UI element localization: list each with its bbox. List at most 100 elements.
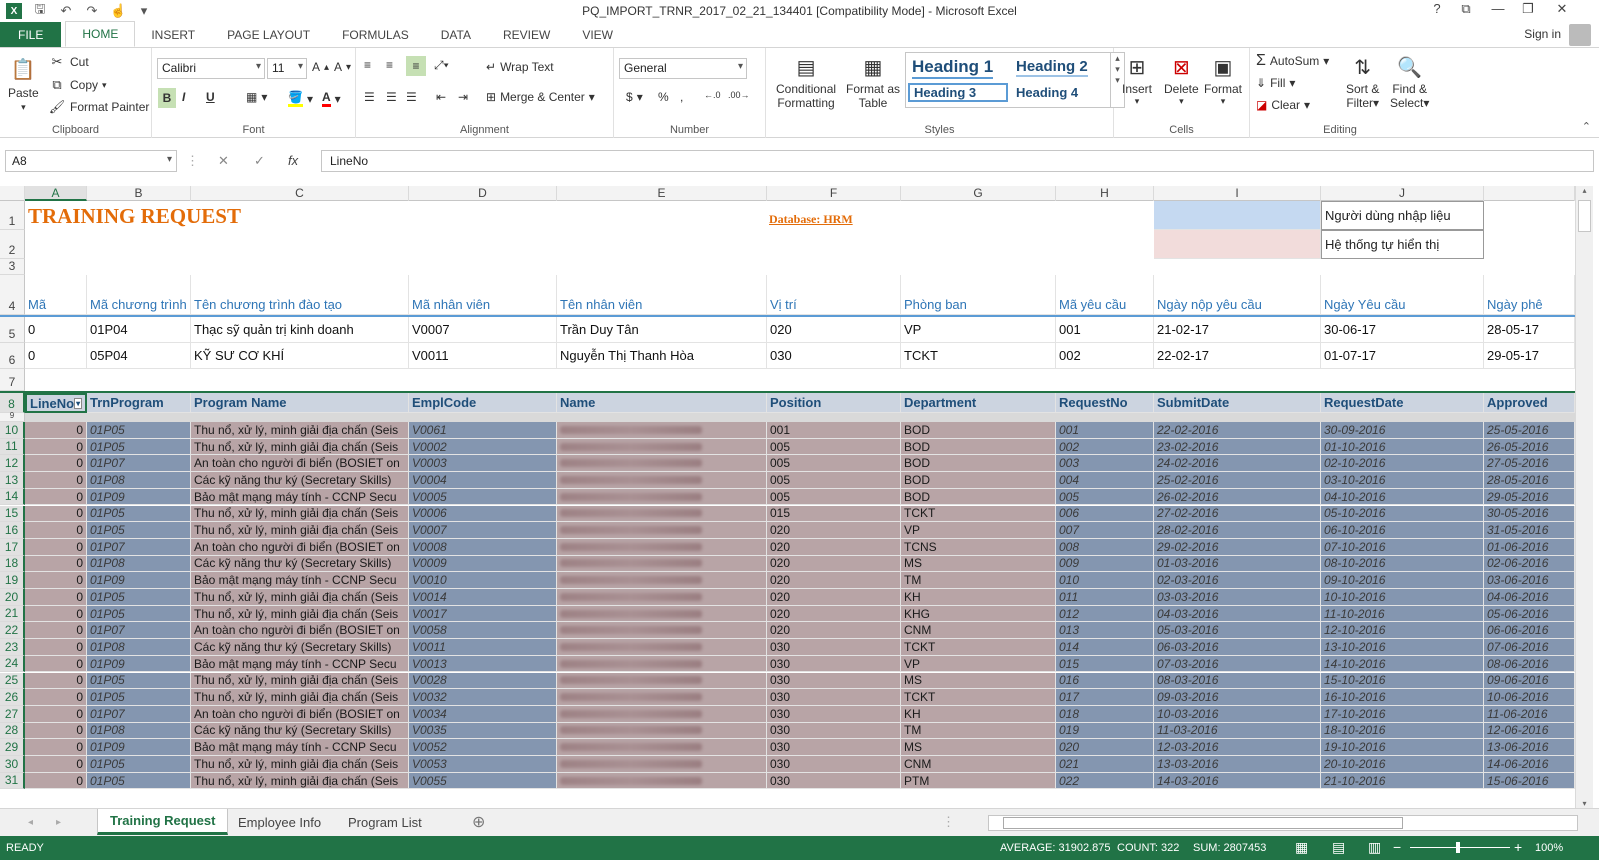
- worksheet-grid[interactable]: A B C D E F G H I J 1 Người dùng nhập li…: [0, 186, 1575, 808]
- insert-cells-button[interactable]: ⊞ Insert ▾: [1122, 52, 1152, 107]
- table-cell[interactable]: 030: [767, 639, 901, 656]
- table-cell[interactable]: 004: [1056, 472, 1154, 489]
- scroll-up-icon[interactable]: ▴: [1576, 186, 1593, 195]
- row-header[interactable]: 25: [0, 672, 25, 690]
- table-cell[interactable]: 11-10-2016: [1321, 605, 1484, 623]
- table-cell[interactable]: Trần Duy Tân: [557, 317, 767, 343]
- table-cell[interactable]: 03-06-2016: [1484, 572, 1575, 589]
- table-cell[interactable]: TM: [901, 722, 1056, 740]
- vertical-scroll-thumb[interactable]: [1578, 200, 1591, 232]
- insert-function-icon[interactable]: fx: [288, 153, 298, 168]
- table-cell[interactable]: 15-10-2016: [1321, 672, 1484, 690]
- row-header[interactable]: 23: [0, 639, 25, 656]
- table-cell[interactable]: An toàn cho người đi biển (BOSIET on: [191, 622, 409, 640]
- table-cell[interactable]: 16-10-2016: [1321, 689, 1484, 706]
- vi-header[interactable]: Mã chương trình: [87, 275, 191, 315]
- table-cell[interactable]: 0: [25, 722, 87, 740]
- italic-button[interactable]: I: [182, 90, 185, 104]
- row-header[interactable]: 6: [0, 343, 25, 369]
- table-cell[interactable]: 020: [767, 589, 901, 606]
- align-right-icon[interactable]: ☰: [406, 90, 417, 104]
- table-cell[interactable]: An toàn cho người đi biển (BOSIET on: [191, 705, 409, 723]
- table-cell[interactable]: [557, 589, 767, 606]
- table-cell[interactable]: 06-06-2016: [1484, 622, 1575, 640]
- table-cell[interactable]: V0061: [409, 422, 557, 439]
- table-cell[interactable]: 020: [767, 522, 901, 539]
- table-cell[interactable]: PTM: [901, 772, 1056, 790]
- table-cell[interactable]: 005: [1056, 488, 1154, 506]
- shrink-font-button[interactable]: A ▾: [334, 60, 351, 74]
- table-cell[interactable]: TCKT: [901, 343, 1056, 369]
- table-cell[interactable]: 030: [767, 772, 901, 790]
- row-header[interactable]: 16: [0, 522, 25, 539]
- table-cell[interactable]: [557, 689, 767, 706]
- row-header[interactable]: 8: [0, 393, 25, 413]
- table-cell[interactable]: 020: [767, 605, 901, 623]
- table-cell[interactable]: 26-02-2016: [1154, 488, 1321, 506]
- table-cell[interactable]: 13-03-2016: [1154, 756, 1321, 773]
- table-cell[interactable]: 01P05: [87, 505, 191, 523]
- table-cell[interactable]: 01P05: [87, 756, 191, 773]
- minimize-icon[interactable]: —: [1487, 1, 1509, 16]
- table-cell[interactable]: 012: [1056, 605, 1154, 623]
- table-cell[interactable]: 01P07: [87, 622, 191, 640]
- table-cell[interactable]: 11-06-2016: [1484, 705, 1575, 723]
- clear-button[interactable]: ◪ Clear ▾: [1256, 98, 1310, 112]
- table-cell[interactable]: 18-10-2016: [1321, 722, 1484, 740]
- table-cell[interactable]: TCNS: [901, 538, 1056, 556]
- column-header-c[interactable]: C: [191, 186, 409, 201]
- table-cell[interactable]: 08-03-2016: [1154, 672, 1321, 690]
- table-cell[interactable]: V0003: [409, 455, 557, 473]
- paste-button[interactable]: 📋 Paste ▾: [8, 54, 39, 113]
- table-cell[interactable]: 0: [25, 772, 87, 790]
- table-cell[interactable]: 01-06-2016: [1484, 538, 1575, 556]
- table-cell[interactable]: 06-03-2016: [1154, 639, 1321, 656]
- table-cell[interactable]: 001: [767, 422, 901, 439]
- table-cell[interactable]: 05P04: [87, 343, 191, 369]
- table-cell[interactable]: V0035: [409, 722, 557, 740]
- table-cell[interactable]: KH: [901, 589, 1056, 606]
- table-cell[interactable]: Các kỹ năng thư ký (Secretary Skills): [191, 639, 409, 656]
- vi-header[interactable]: Mã yêu cầu: [1056, 275, 1154, 315]
- table-cell[interactable]: 0: [25, 317, 87, 343]
- table-cell[interactable]: 29-05-2016: [1484, 488, 1575, 506]
- table-cell[interactable]: 0: [25, 589, 87, 606]
- table-cell[interactable]: 0: [25, 672, 87, 690]
- table-cell[interactable]: 0: [25, 739, 87, 756]
- table-cell[interactable]: An toàn cho người đi biển (BOSIET on: [191, 538, 409, 556]
- table-cell[interactable]: 04-06-2016: [1484, 589, 1575, 606]
- table-cell[interactable]: 020: [767, 622, 901, 640]
- table-cell[interactable]: 0: [25, 488, 87, 506]
- table-cell[interactable]: Thu nổ, xử lý, minh giải địa chấn (Seis: [191, 672, 409, 690]
- table-cell[interactable]: TM: [901, 572, 1056, 589]
- table-cell[interactable]: 030: [767, 739, 901, 756]
- table-cell[interactable]: 21-10-2016: [1321, 772, 1484, 790]
- vi-header[interactable]: Tên chương trình đào tạo: [191, 275, 409, 315]
- table-cell[interactable]: 0: [25, 343, 87, 369]
- table-cell[interactable]: 0: [25, 689, 87, 706]
- table-cell[interactable]: 01P09: [87, 655, 191, 673]
- decrease-decimal-icon[interactable]: .00→: [728, 90, 750, 100]
- table-cell[interactable]: 01P08: [87, 472, 191, 489]
- percent-button[interactable]: %: [658, 90, 669, 104]
- table-cell[interactable]: 020: [767, 572, 901, 589]
- row-header[interactable]: 19: [0, 572, 25, 589]
- zoom-slider-thumb[interactable]: [1456, 842, 1460, 853]
- en-header[interactable]: Position: [767, 393, 901, 413]
- vi-header[interactable]: Vị trí: [767, 275, 901, 315]
- table-cell[interactable]: 26-05-2016: [1484, 438, 1575, 456]
- table-cell[interactable]: V0058: [409, 622, 557, 640]
- prev-sheet-icon[interactable]: ◂: [16, 809, 45, 835]
- table-cell[interactable]: V0004: [409, 472, 557, 489]
- column-header-k[interactable]: [1484, 186, 1575, 201]
- horizontal-scroll-thumb[interactable]: [1003, 817, 1403, 829]
- table-cell[interactable]: MS: [901, 739, 1056, 756]
- table-cell[interactable]: BOD: [901, 488, 1056, 506]
- table-cell[interactable]: 01P05: [87, 522, 191, 539]
- tab-home[interactable]: HOME: [65, 21, 136, 47]
- avatar[interactable]: [1569, 24, 1591, 46]
- table-cell[interactable]: 0: [25, 422, 87, 439]
- grow-font-button[interactable]: A ▴: [312, 60, 329, 74]
- table-cell[interactable]: [557, 722, 767, 740]
- table-cell[interactable]: Nguyễn Thị Thanh Hòa: [557, 343, 767, 369]
